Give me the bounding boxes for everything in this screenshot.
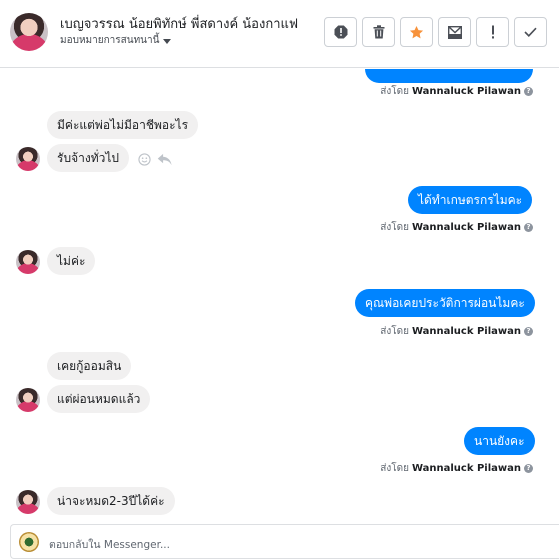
message-thread[interactable]: ส่งโดย Wannaluck Pilawan ? มีค่ะแต่พ่อไม… — [0, 69, 559, 521]
spam-alert-icon — [334, 25, 347, 39]
assign-conversation-dropdown[interactable]: มอบหมายการสนทนานี้ — [60, 33, 172, 48]
mark-unread-button[interactable] — [438, 17, 471, 47]
incoming-message[interactable]: เคยกู้ออมสิน — [47, 352, 132, 380]
trash-icon — [373, 25, 384, 39]
outgoing-message[interactable]: ได้ทำเกษตรกรไมคะ — [408, 186, 533, 214]
reply-composer[interactable]: ตอบกลับใน Messenger... — [10, 524, 559, 559]
star-button[interactable] — [400, 17, 433, 47]
sent-by-label: ส่งโดย Wannaluck Pilawan ? — [380, 220, 533, 235]
caret-down-icon — [163, 38, 172, 44]
sender-avatar[interactable] — [16, 147, 40, 171]
sender-avatar[interactable] — [16, 388, 40, 412]
incoming-message[interactable]: รับจ้างทั่วไป — [47, 144, 129, 172]
emoji-react-icon[interactable] — [138, 153, 151, 166]
info-icon[interactable]: ? — [524, 327, 533, 336]
reply-input[interactable]: ตอบกลับใน Messenger... — [49, 536, 170, 553]
incoming-message[interactable]: แต่ผ่อนหมดแล้ว — [47, 385, 151, 413]
info-icon[interactable]: ? — [524, 87, 533, 96]
checkmark-icon — [524, 27, 537, 37]
conversation-toolbar — [324, 17, 547, 47]
info-icon[interactable]: ? — [524, 464, 533, 473]
conversation-header: เบญจวรรณ น้อยพิทักษ์ พี่สดางค์ น้องกาแฟ … — [0, 0, 559, 68]
outgoing-message[interactable] — [365, 69, 533, 83]
incoming-message[interactable]: น่าจะหมด2-3ปีได้ค่ะ — [47, 487, 175, 515]
page-avatar — [19, 532, 39, 552]
incoming-message[interactable]: มีค่ะแต่พ่อไม่มีอาชีพอะไร — [47, 111, 199, 139]
sender-name[interactable]: Wannaluck Pilawan — [412, 326, 521, 337]
reply-icon[interactable] — [157, 153, 172, 166]
spam-button[interactable] — [324, 17, 357, 47]
sender-name[interactable]: Wannaluck Pilawan — [412, 222, 521, 233]
sent-by-label: ส่งโดย Wannaluck Pilawan ? — [380, 461, 533, 476]
sent-by-label: ส่งโดย Wannaluck Pilawan ? — [380, 84, 533, 99]
outgoing-message[interactable]: นานยังคะ — [464, 427, 535, 455]
assign-label: มอบหมายการสนทนานี้ — [60, 35, 160, 46]
mark-done-button[interactable] — [514, 17, 547, 47]
mark-unread-icon — [447, 25, 462, 39]
message-actions — [138, 153, 172, 166]
contact-avatar[interactable] — [10, 13, 48, 51]
sender-name[interactable]: Wannaluck Pilawan — [412, 86, 521, 97]
incoming-message[interactable]: ไม่ค่ะ — [47, 247, 96, 275]
star-icon — [409, 25, 424, 38]
info-icon[interactable]: ? — [524, 223, 533, 232]
sender-avatar[interactable] — [16, 250, 40, 274]
sender-name[interactable]: Wannaluck Pilawan — [412, 463, 521, 474]
exclamation-icon — [491, 25, 494, 39]
follow-up-button[interactable] — [476, 17, 509, 47]
sender-avatar[interactable] — [16, 490, 40, 514]
outgoing-message[interactable]: คุณพ่อเคยประวัติการผ่อนไมคะ — [355, 289, 535, 317]
delete-button[interactable] — [362, 17, 395, 47]
contact-name[interactable]: เบญจวรรณ น้อยพิทักษ์ พี่สดางค์ น้องกาแฟ — [60, 13, 298, 34]
sent-by-label: ส่งโดย Wannaluck Pilawan ? — [380, 324, 533, 339]
